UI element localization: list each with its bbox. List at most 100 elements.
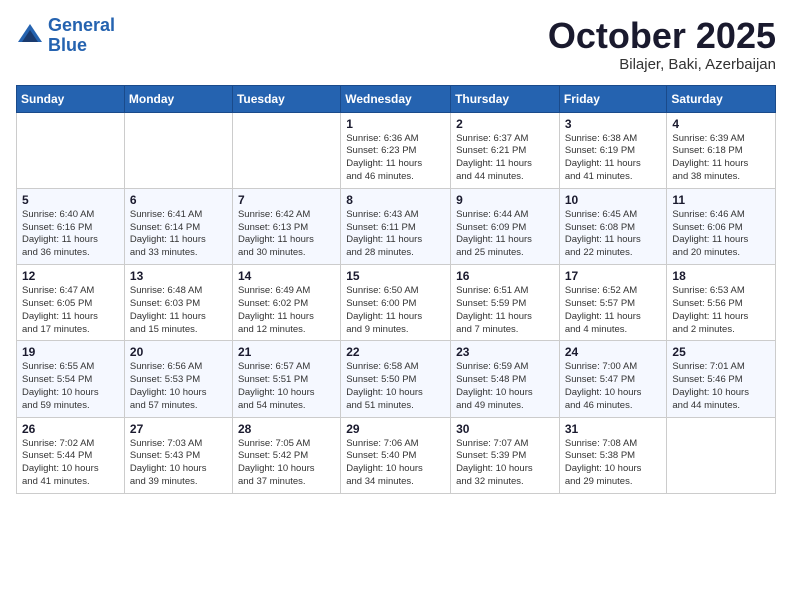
day-number: 19 — [22, 345, 119, 359]
calendar-cell: 16 Sunrise: 6:51 AM Sunset: 5:59 PM Dayli… — [451, 265, 560, 341]
calendar-cell: 31 Sunrise: 7:08 AM Sunset: 5:38 PM Dayli… — [559, 417, 667, 493]
day-info: Sunrise: 6:44 AM Sunset: 6:09 PM Dayligh… — [456, 209, 554, 260]
day-number: 6 — [130, 193, 227, 207]
day-number: 4 — [672, 117, 770, 131]
calendar-cell: 5 Sunrise: 6:40 AM Sunset: 6:16 PM Daylig… — [17, 188, 125, 264]
logo-line1: General — [48, 15, 115, 35]
calendar-cell: 30 Sunrise: 7:07 AM Sunset: 5:39 PM Dayli… — [451, 417, 560, 493]
day-number: 2 — [456, 117, 554, 131]
day-info: Sunrise: 6:47 AM Sunset: 6:05 PM Dayligh… — [22, 285, 119, 336]
day-info: Sunrise: 6:40 AM Sunset: 6:16 PM Dayligh… — [22, 209, 119, 260]
calendar-week-2: 5 Sunrise: 6:40 AM Sunset: 6:16 PM Daylig… — [17, 188, 776, 264]
day-number: 18 — [672, 269, 770, 283]
calendar-cell: 2 Sunrise: 6:37 AM Sunset: 6:21 PM Daylig… — [451, 112, 560, 188]
calendar-cell — [667, 417, 776, 493]
day-info: Sunrise: 6:48 AM Sunset: 6:03 PM Dayligh… — [130, 285, 227, 336]
day-info: Sunrise: 6:45 AM Sunset: 6:08 PM Dayligh… — [565, 209, 662, 260]
day-number: 25 — [672, 345, 770, 359]
day-info: Sunrise: 6:51 AM Sunset: 5:59 PM Dayligh… — [456, 285, 554, 336]
day-info: Sunrise: 6:58 AM Sunset: 5:50 PM Dayligh… — [346, 361, 445, 412]
calendar-week-5: 26 Sunrise: 7:02 AM Sunset: 5:44 PM Dayli… — [17, 417, 776, 493]
day-number: 3 — [565, 117, 662, 131]
day-number: 16 — [456, 269, 554, 283]
weekday-header-monday: Monday — [124, 85, 232, 112]
calendar-cell: 9 Sunrise: 6:44 AM Sunset: 6:09 PM Daylig… — [451, 188, 560, 264]
day-number: 17 — [565, 269, 662, 283]
calendar-cell: 26 Sunrise: 7:02 AM Sunset: 5:44 PM Dayli… — [17, 417, 125, 493]
day-number: 12 — [22, 269, 119, 283]
day-info: Sunrise: 6:41 AM Sunset: 6:14 PM Dayligh… — [130, 209, 227, 260]
day-info: Sunrise: 6:59 AM Sunset: 5:48 PM Dayligh… — [456, 361, 554, 412]
calendar-cell: 27Sunrise: 7:03 AM Sunset: 5:43 PM Dayli… — [124, 417, 232, 493]
day-number: 13 — [130, 269, 227, 283]
calendar-cell — [232, 112, 340, 188]
calendar-body: 1 Sunrise: 6:36 AM Sunset: 6:23 PM Daylig… — [17, 112, 776, 493]
calendar-cell: 10 Sunrise: 6:45 AM Sunset: 6:08 PM Dayli… — [559, 188, 667, 264]
day-info: Sunrise: 6:57 AM Sunset: 5:51 PM Dayligh… — [238, 361, 335, 412]
weekday-header-friday: Friday — [559, 85, 667, 112]
day-info: Sunrise: 6:42 AM Sunset: 6:13 PM Dayligh… — [238, 209, 335, 260]
weekday-header-sunday: Sunday — [17, 85, 125, 112]
calendar-cell: 17 Sunrise: 6:52 AM Sunset: 5:57 PM Dayli… — [559, 265, 667, 341]
day-info: Sunrise: 6:49 AM Sunset: 6:02 PM Dayligh… — [238, 285, 335, 336]
location-subtitle: Bilajer, Baki, Azerbaijan — [548, 56, 776, 73]
day-number: 31 — [565, 422, 662, 436]
day-number: 29 — [346, 422, 445, 436]
calendar-cell: 14 Sunrise: 6:49 AM Sunset: 6:02 PM Dayli… — [232, 265, 340, 341]
weekday-header-tuesday: Tuesday — [232, 85, 340, 112]
day-number: 28 — [238, 422, 335, 436]
calendar-week-4: 19 Sunrise: 6:55 AM Sunset: 5:54 PM Dayli… — [17, 341, 776, 417]
calendar-week-3: 12 Sunrise: 6:47 AM Sunset: 6:05 PM Dayli… — [17, 265, 776, 341]
calendar-cell: 11Sunrise: 6:46 AM Sunset: 6:06 PM Dayli… — [667, 188, 776, 264]
day-info: Sunrise: 7:08 AM Sunset: 5:38 PM Dayligh… — [565, 438, 662, 489]
calendar-cell: 7Sunrise: 6:42 AM Sunset: 6:13 PM Daylig… — [232, 188, 340, 264]
day-number: 23 — [456, 345, 554, 359]
day-number: 1 — [346, 117, 445, 131]
calendar-cell: 28 Sunrise: 7:05 AM Sunset: 5:42 PM Dayli… — [232, 417, 340, 493]
day-info: Sunrise: 6:37 AM Sunset: 6:21 PM Dayligh… — [456, 133, 554, 184]
weekday-header-wednesday: Wednesday — [341, 85, 451, 112]
day-number: 15 — [346, 269, 445, 283]
calendar-cell: 15Sunrise: 6:50 AM Sunset: 6:00 PM Dayli… — [341, 265, 451, 341]
day-info: Sunrise: 6:56 AM Sunset: 5:53 PM Dayligh… — [130, 361, 227, 412]
logo-line2: Blue — [48, 35, 87, 55]
day-info: Sunrise: 6:36 AM Sunset: 6:23 PM Dayligh… — [346, 133, 445, 184]
calendar-cell: 25 Sunrise: 7:01 AM Sunset: 5:46 PM Dayli… — [667, 341, 776, 417]
day-info: Sunrise: 7:01 AM Sunset: 5:46 PM Dayligh… — [672, 361, 770, 412]
day-number: 9 — [456, 193, 554, 207]
logo-icon — [16, 22, 44, 50]
day-number: 21 — [238, 345, 335, 359]
calendar-cell: 6 Sunrise: 6:41 AM Sunset: 6:14 PM Daylig… — [124, 188, 232, 264]
day-info: Sunrise: 6:38 AM Sunset: 6:19 PM Dayligh… — [565, 133, 662, 184]
day-info: Sunrise: 6:39 AM Sunset: 6:18 PM Dayligh… — [672, 133, 770, 184]
logo: General Blue — [16, 16, 115, 56]
weekday-header-saturday: Saturday — [667, 85, 776, 112]
calendar-cell: 12 Sunrise: 6:47 AM Sunset: 6:05 PM Dayli… — [17, 265, 125, 341]
weekday-header-thursday: Thursday — [451, 85, 560, 112]
day-number: 14 — [238, 269, 335, 283]
calendar-header: SundayMondayTuesdayWednesdayThursdayFrid… — [17, 85, 776, 112]
day-info: Sunrise: 6:55 AM Sunset: 5:54 PM Dayligh… — [22, 361, 119, 412]
day-number: 26 — [22, 422, 119, 436]
day-info: Sunrise: 7:07 AM Sunset: 5:39 PM Dayligh… — [456, 438, 554, 489]
weekday-header-row: SundayMondayTuesdayWednesdayThursdayFrid… — [17, 85, 776, 112]
calendar-cell: 24Sunrise: 7:00 AM Sunset: 5:47 PM Dayli… — [559, 341, 667, 417]
calendar-cell: 20Sunrise: 6:56 AM Sunset: 5:53 PM Dayli… — [124, 341, 232, 417]
day-number: 5 — [22, 193, 119, 207]
day-number: 10 — [565, 193, 662, 207]
day-info: Sunrise: 7:05 AM Sunset: 5:42 PM Dayligh… — [238, 438, 335, 489]
calendar-cell: 3 Sunrise: 6:38 AM Sunset: 6:19 PM Daylig… — [559, 112, 667, 188]
calendar-cell: 18Sunrise: 6:53 AM Sunset: 5:56 PM Dayli… — [667, 265, 776, 341]
day-number: 11 — [672, 193, 770, 207]
calendar-cell: 8Sunrise: 6:43 AM Sunset: 6:11 PM Daylig… — [341, 188, 451, 264]
day-info: Sunrise: 7:00 AM Sunset: 5:47 PM Dayligh… — [565, 361, 662, 412]
calendar-cell: 19 Sunrise: 6:55 AM Sunset: 5:54 PM Dayli… — [17, 341, 125, 417]
calendar-week-1: 1 Sunrise: 6:36 AM Sunset: 6:23 PM Daylig… — [17, 112, 776, 188]
day-number: 30 — [456, 422, 554, 436]
calendar-cell — [17, 112, 125, 188]
calendar-cell: 1 Sunrise: 6:36 AM Sunset: 6:23 PM Daylig… — [341, 112, 451, 188]
day-info: Sunrise: 7:02 AM Sunset: 5:44 PM Dayligh… — [22, 438, 119, 489]
day-info: Sunrise: 6:43 AM Sunset: 6:11 PM Dayligh… — [346, 209, 445, 260]
day-info: Sunrise: 7:06 AM Sunset: 5:40 PM Dayligh… — [346, 438, 445, 489]
day-info: Sunrise: 6:52 AM Sunset: 5:57 PM Dayligh… — [565, 285, 662, 336]
